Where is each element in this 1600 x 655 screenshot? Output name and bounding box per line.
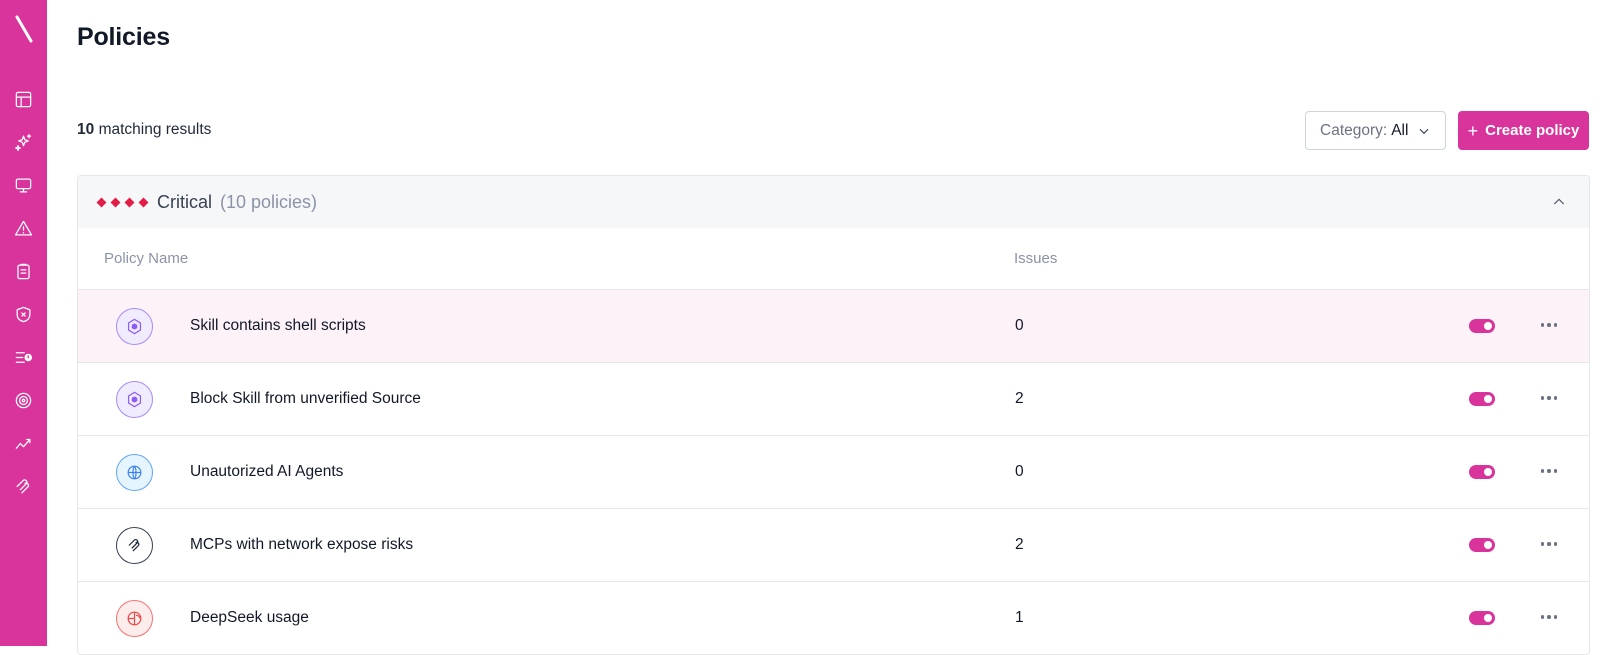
more-options-icon[interactable] [1537,388,1561,408]
list-alert-icon[interactable] [9,342,39,372]
page-title: Policies [77,23,170,51]
more-options-icon[interactable] [1537,607,1561,627]
policy-issues: 2 [1015,536,1024,553]
deepseek-icon [116,600,153,637]
shield-x-icon[interactable] [9,299,39,329]
policy-issues: 1 [1015,609,1024,626]
results-label: matching results [98,121,212,138]
group-title: Critical [157,191,213,212]
category-filter-dropdown[interactable]: Category: All [1305,111,1446,150]
results-count: 10 [77,121,95,138]
skill-hexagon-icon [116,381,153,418]
policy-enabled-toggle[interactable] [1469,538,1495,552]
trend-chart-icon[interactable] [9,428,39,458]
policy-name[interactable]: DeepSeek usage [190,609,309,627]
policy-enabled-toggle[interactable] [1469,465,1495,479]
column-header-issues[interactable]: Issues [1014,250,1057,267]
sidebar [0,0,47,646]
policy-issues: 2 [1015,390,1024,407]
more-options-icon[interactable] [1537,461,1561,481]
main-content: Policies 10 matching results Category: A… [77,0,1590,655]
mcp-icon[interactable] [9,471,39,501]
policy-enabled-toggle[interactable] [1469,611,1495,625]
radar-icon[interactable] [9,385,39,415]
chevron-down-icon [1419,128,1429,134]
group-count: (10 policies) [220,191,318,212]
table-row[interactable]: Block Skill from unverified Source 2 [78,363,1589,436]
create-policy-label: Create policy [1485,122,1580,139]
table-header: Policy Name Issues [78,228,1589,290]
policy-name[interactable]: MCPs with network expose risks [190,536,413,554]
dashboard-icon[interactable] [9,84,39,114]
policy-name[interactable]: Block Skill from unverified Source [190,390,421,408]
policy-issues: 0 [1015,463,1024,480]
plus-icon: + [1467,120,1479,141]
table-row[interactable]: DeepSeek usage 1 [78,582,1589,654]
create-policy-button[interactable]: + Create policy [1458,111,1589,150]
group-header[interactable]: Critical (10 policies) [78,176,1589,228]
table-row[interactable]: Skill contains shell scripts 0 [78,290,1589,363]
more-options-icon[interactable] [1537,534,1561,554]
category-filter-value: All [1391,121,1409,139]
globe-icon [116,454,153,491]
policy-issues: 0 [1015,317,1024,334]
severity-diamond-icon [110,197,121,207]
ai-sparkles-icon[interactable] [9,127,39,157]
clipboard-icon[interactable] [9,256,39,286]
column-header-policy-name[interactable]: Policy Name [104,250,188,267]
policy-name[interactable]: Unautorized AI Agents [190,463,343,481]
skill-hexagon-icon [116,308,153,345]
table-row[interactable]: MCPs with network expose risks 2 [78,509,1589,582]
more-options-icon[interactable] [1537,315,1561,335]
monitor-icon[interactable] [9,170,39,200]
app-logo[interactable] [14,9,34,49]
severity-indicator [96,197,149,207]
chevron-up-icon[interactable] [1551,194,1567,210]
severity-diamond-icon [138,197,149,207]
policy-enabled-toggle[interactable] [1469,392,1495,406]
mcp-icon [116,527,153,564]
policy-name[interactable]: Skill contains shell scripts [190,317,366,335]
category-filter-label: Category: [1320,121,1388,139]
alert-triangle-icon[interactable] [9,213,39,243]
severity-diamond-icon [96,197,107,207]
table-row[interactable]: Unautorized AI Agents 0 [78,436,1589,509]
results-summary: 10 matching results [77,121,211,139]
policy-enabled-toggle[interactable] [1469,319,1495,333]
policy-group-panel: Critical (10 policies) Policy Name Issue… [77,175,1590,655]
severity-diamond-icon [124,197,135,207]
